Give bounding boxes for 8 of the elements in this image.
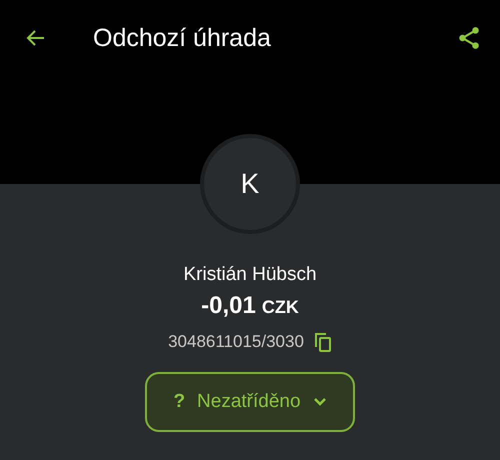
payee-name: Kristián Hübsch (183, 264, 317, 286)
category-dropdown[interactable]: ? Nezatříděno (145, 372, 355, 432)
copy-icon[interactable] (314, 332, 332, 352)
currency: CZK (262, 297, 299, 318)
chevron-icon (312, 397, 327, 407)
screen-title: Odchozí úhrada (93, 24, 272, 52)
account-number: 3048611015/3030 (168, 332, 304, 352)
amount: -0,01 (201, 292, 256, 320)
